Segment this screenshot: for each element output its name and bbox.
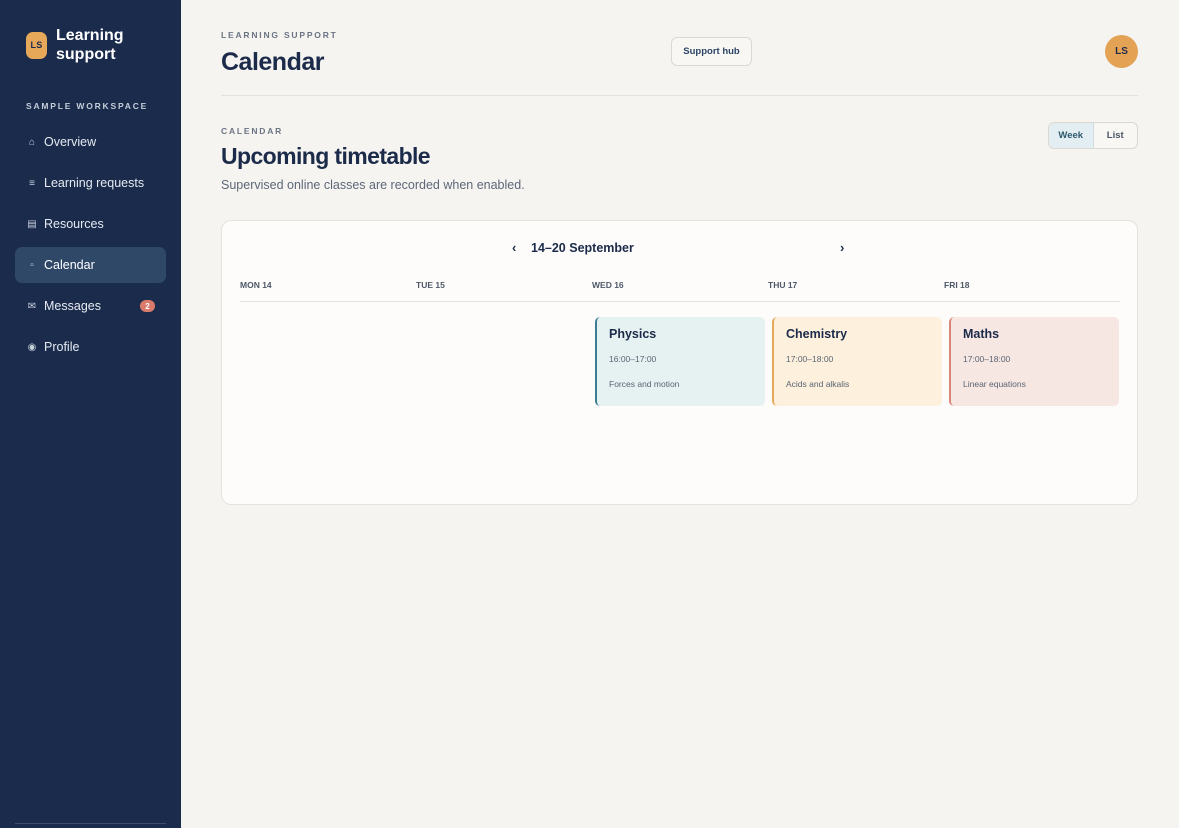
sidebar-item-learning-requests[interactable]: ≡ Learning requests [15, 165, 166, 201]
sidebar-item-calendar[interactable]: ▫ Calendar [15, 247, 166, 283]
sidebar-item-overview[interactable]: ⌂ Overview [15, 124, 166, 160]
day-header-thu: THU 17 [768, 280, 798, 290]
chevron-right-icon[interactable]: › [840, 240, 844, 255]
header-eyebrow: LEARNING SUPPORT [221, 30, 338, 40]
day-headers: MON 14 TUE 15 WED 16 THU 17 FRI 18 [240, 280, 1120, 290]
brand-title: Learning support [56, 27, 124, 63]
sidebar: LS Learning support SAMPLE WORKSPACE ⌂ O… [0, 0, 181, 828]
section-eyebrow: CALENDAR [221, 126, 284, 136]
brand[interactable]: LS Learning support [26, 26, 136, 64]
book-icon: ▤ [27, 218, 37, 230]
day-header-wed: WED 16 [592, 280, 624, 290]
week-view-button[interactable]: Week [1049, 123, 1094, 148]
sidebar-item-profile[interactable]: ◉ Profile [15, 329, 166, 365]
event-description: Linear equations [963, 379, 1026, 389]
event-description: Acids and alkalis [786, 379, 850, 389]
section-title: Upcoming timetable [221, 143, 431, 169]
event-maths[interactable]: Maths 17:00–18:00 Linear equations [949, 317, 1119, 406]
sidebar-item-label: Resources [44, 217, 104, 231]
home-icon: ⌂ [28, 136, 36, 148]
sidebar-item-label: Calendar [44, 258, 95, 272]
unread-badge: 2 [140, 300, 155, 312]
sidebar-item-label: Overview [44, 135, 97, 149]
event-time: 17:00–18:00 [786, 354, 834, 364]
event-title: Physics [609, 327, 657, 341]
avatar[interactable]: LS [1105, 35, 1138, 68]
calendar-card: ‹ 14–20 September › MON 14 TUE 15 WED 16… [221, 220, 1138, 505]
workspace-label: SAMPLE WORKSPACE [26, 101, 149, 111]
event-time: 17:00–18:00 [963, 354, 1011, 364]
sidebar-item-label: Profile [44, 340, 80, 354]
list-icon: ≡ [29, 177, 35, 189]
header-divider [221, 95, 1138, 96]
day-header-fri: FRI 18 [944, 280, 970, 290]
list-view-button[interactable]: List [1094, 123, 1138, 148]
day-header-mon: MON 14 [240, 280, 272, 290]
sidebar-item-label: Learning requests [44, 176, 145, 190]
mail-icon: ✉ [27, 300, 37, 312]
event-title: Maths [963, 327, 1000, 341]
day-divider [240, 301, 1120, 302]
date-range: 14–20 September [531, 241, 634, 255]
calendar-icon: ▫ [30, 259, 34, 271]
event-title: Chemistry [786, 327, 848, 341]
event-time: 16:00–17:00 [609, 354, 657, 364]
event-physics[interactable]: Physics 16:00–17:00 Forces and motion [595, 317, 765, 406]
sidebar-nav: ⌂ Overview ≡ Learning requests ▤ Resourc… [15, 124, 166, 370]
view-toggle: Week List [1048, 122, 1138, 149]
chevron-left-icon[interactable]: ‹ [512, 240, 516, 255]
support-hub-button[interactable]: Support hub [671, 37, 752, 66]
sidebar-item-label: Messages [44, 299, 101, 313]
event-chemistry[interactable]: Chemistry 17:00–18:00 Acids and alkalis [772, 317, 942, 406]
day-header-tue: TUE 15 [416, 280, 445, 290]
profile-icon: ◉ [27, 341, 37, 353]
sidebar-item-resources[interactable]: ▤ Resources [15, 206, 166, 242]
page-title: Calendar [221, 48, 324, 76]
event-description: Forces and motion [609, 379, 680, 389]
brand-logo: LS [26, 31, 47, 59]
sidebar-divider [15, 823, 166, 824]
section-subtitle: Supervised online classes are recorded w… [221, 178, 525, 192]
sidebar-item-messages[interactable]: ✉ Messages 2 [15, 288, 166, 324]
